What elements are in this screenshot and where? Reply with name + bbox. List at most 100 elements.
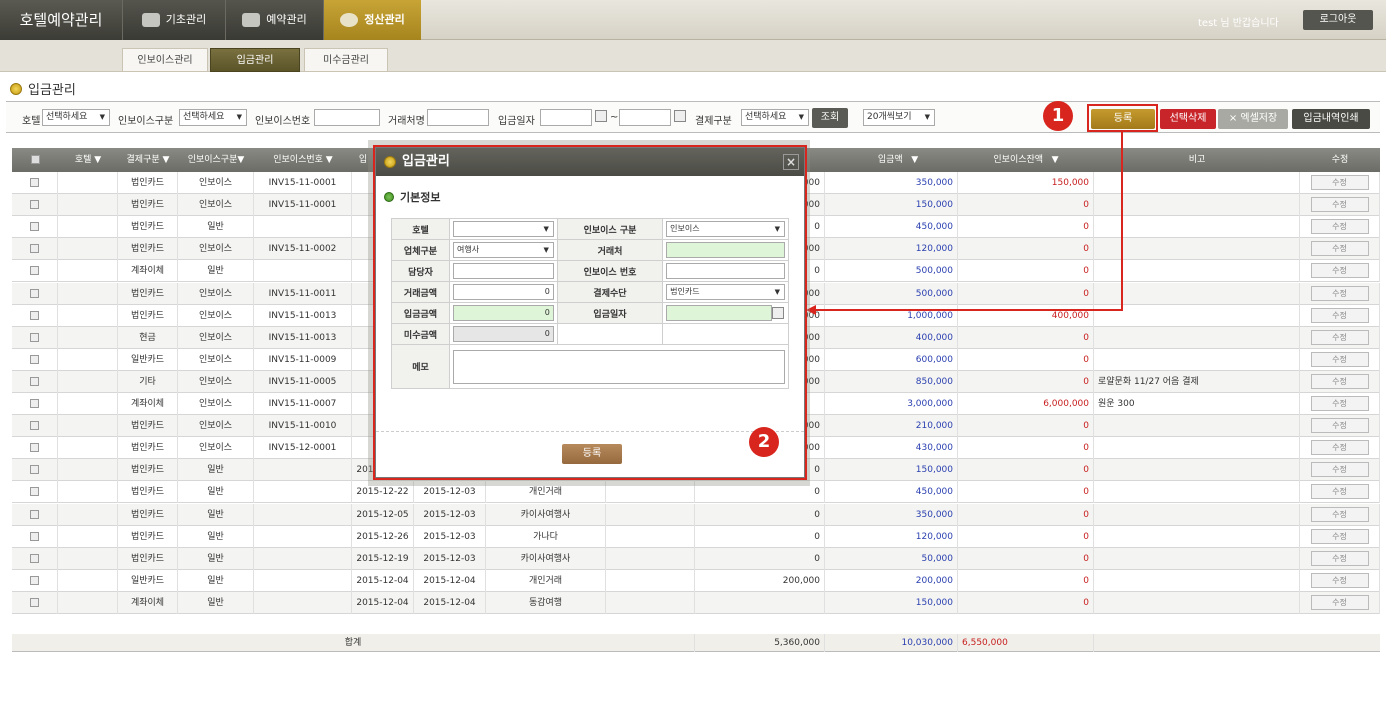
- row-checkbox-cell: [12, 591, 58, 614]
- tab-deposit[interactable]: 입금관리: [210, 48, 300, 72]
- table-row[interactable]: 법인카드 일반 2015-12-19 2015-12-03 카이사여행사 0 50,000 0…: [12, 547, 1380, 570]
- cell-inv: 인보이스: [178, 348, 254, 371]
- header-pay[interactable]: 결제구분 ▼: [118, 148, 178, 172]
- cell-year: 2015-12-04: [352, 569, 414, 592]
- row-checkbox-cell: [12, 304, 58, 327]
- edit-button[interactable]: 수정: [1310, 440, 1369, 456]
- table-row[interactable]: 법인카드 일반 2015-12-26 2015-12-03 가나다 0 120,000 0 수정: [12, 525, 1380, 548]
- edit-button[interactable]: 수정: [1310, 528, 1369, 544]
- edit-button[interactable]: 수정: [1310, 506, 1369, 522]
- cell-inv: 인보이스: [178, 172, 254, 194]
- partner-label: 거래처명: [388, 116, 425, 127]
- header-text: 입: [358, 155, 368, 165]
- checkbox[interactable]: [30, 155, 40, 164]
- cell-pay: 법인카드: [118, 415, 178, 438]
- delete-selected-button[interactable]: 선택삭제: [1160, 109, 1216, 129]
- row-checkbox[interactable]: [30, 178, 39, 187]
- edit-button[interactable]: 수정: [1310, 241, 1369, 257]
- cell-inv: 인보이스: [178, 282, 254, 305]
- row-checkbox[interactable]: [30, 553, 39, 563]
- cell-cat: [606, 591, 695, 614]
- edit-button[interactable]: 수정: [1310, 396, 1369, 411]
- row-checkbox[interactable]: [30, 509, 39, 519]
- edit-button[interactable]: 수정: [1310, 351, 1369, 367]
- edit-button[interactable]: 수정: [1310, 197, 1369, 213]
- hotel-select[interactable]: 선택하세요: [42, 109, 110, 126]
- row-checkbox[interactable]: [30, 310, 39, 320]
- app-title[interactable]: 호텔예약관리: [0, 0, 122, 40]
- row-checkbox[interactable]: [30, 222, 39, 232]
- excel-button[interactable]: × 엑셀저장: [1218, 109, 1288, 129]
- edit-button[interactable]: 수정: [1310, 329, 1369, 345]
- row-checkbox[interactable]: [30, 200, 39, 210]
- invoice-type-select[interactable]: 선택하세요: [179, 109, 247, 126]
- row-checkbox[interactable]: [30, 465, 39, 475]
- row-checkbox[interactable]: [30, 421, 39, 431]
- tab-unpaid[interactable]: 미수금관리: [304, 48, 388, 72]
- cell-note: [1094, 547, 1300, 570]
- calendar-icon[interactable]: [674, 110, 686, 122]
- header-hotel[interactable]: 호텔 ▼: [58, 148, 118, 172]
- pay-type-select[interactable]: 선택하세요: [741, 109, 809, 126]
- row-checkbox-cell: [12, 194, 58, 217]
- row-checkbox[interactable]: [30, 531, 39, 541]
- cell-pay: 계좌이체: [118, 260, 178, 283]
- topnav-reservation[interactable]: 예약관리: [225, 0, 323, 40]
- calendar-icon[interactable]: [595, 110, 607, 122]
- header-inv-type[interactable]: 인보이스구분▼: [178, 148, 254, 172]
- cell-bal: 0: [958, 481, 1094, 504]
- edit-cell: 수정: [1300, 326, 1380, 349]
- cell-hotel: [58, 282, 118, 305]
- logout-button[interactable]: 로그아웃: [1303, 10, 1373, 30]
- row-checkbox[interactable]: [30, 597, 39, 607]
- table-row[interactable]: 일반카드 일반 2015-12-04 2015-12-04 개인거래 200,000 200…: [12, 569, 1380, 592]
- edit-button[interactable]: 수정: [1310, 219, 1369, 235]
- row-checkbox[interactable]: [30, 288, 39, 298]
- row-checkbox[interactable]: [30, 244, 39, 254]
- edit-button[interactable]: 수정: [1310, 418, 1369, 434]
- row-checkbox[interactable]: [30, 376, 39, 386]
- row-checkbox-cell: [12, 481, 58, 504]
- header-inv-no[interactable]: 인보이스번호 ▼: [254, 148, 352, 172]
- edit-button[interactable]: 수정: [1310, 550, 1369, 566]
- topnav-settlement[interactable]: 정산관리: [323, 0, 421, 40]
- edit-cell: 수정: [1300, 370, 1380, 393]
- edit-button[interactable]: 수정: [1310, 594, 1369, 610]
- edit-button[interactable]: 수정: [1310, 484, 1369, 500]
- cell-pay: 법인카드: [118, 547, 178, 570]
- table-row[interactable]: 법인카드 일반 2015-12-05 2015-12-03 카이사여행사 0 350,000…: [12, 503, 1380, 526]
- row-checkbox[interactable]: [30, 443, 39, 453]
- date-from-input[interactable]: [540, 109, 592, 126]
- row-checkbox[interactable]: [30, 487, 39, 497]
- edit-cell: 수정: [1300, 304, 1380, 327]
- date-sep: ~: [610, 112, 619, 123]
- row-checkbox[interactable]: [30, 266, 39, 276]
- date-to-input[interactable]: [619, 109, 671, 126]
- edit-cell: 수정: [1300, 238, 1380, 261]
- greeting: test 님 반갑습니다: [1198, 18, 1279, 29]
- partner-input[interactable]: [427, 109, 489, 126]
- invoice-no-input[interactable]: [314, 109, 380, 126]
- edit-button[interactable]: 수정: [1310, 572, 1369, 588]
- edit-button[interactable]: 수정: [1310, 373, 1369, 389]
- header-check[interactable]: [12, 148, 58, 172]
- edit-button[interactable]: 수정: [1310, 263, 1369, 279]
- edit-button[interactable]: 수정: [1310, 175, 1369, 190]
- row-checkbox[interactable]: [30, 575, 39, 585]
- cell-pay: 법인카드: [118, 525, 178, 548]
- cell-hotel: [58, 260, 118, 283]
- cell-no: INV15-11-0001: [254, 194, 352, 217]
- row-checkbox[interactable]: [30, 399, 39, 408]
- table-row[interactable]: 계좌이체 일반 2015-12-04 2015-12-04 동감여행 150,000 0 수정: [12, 591, 1380, 614]
- topnav-basic[interactable]: 기초관리: [122, 0, 225, 40]
- coins-icon: [340, 13, 359, 27]
- edit-button[interactable]: 수정: [1310, 285, 1369, 301]
- print-button[interactable]: 입금내역인쇄: [1292, 109, 1370, 129]
- tab-invoice[interactable]: 인보이스관리: [122, 48, 208, 72]
- search-button[interactable]: 조회: [812, 108, 848, 128]
- row-checkbox[interactable]: [30, 354, 39, 364]
- edit-button[interactable]: 수정: [1310, 307, 1369, 323]
- row-checkbox[interactable]: [30, 332, 39, 342]
- edit-button[interactable]: 수정: [1310, 462, 1369, 478]
- page-size-select[interactable]: 20개씩보기: [863, 109, 935, 126]
